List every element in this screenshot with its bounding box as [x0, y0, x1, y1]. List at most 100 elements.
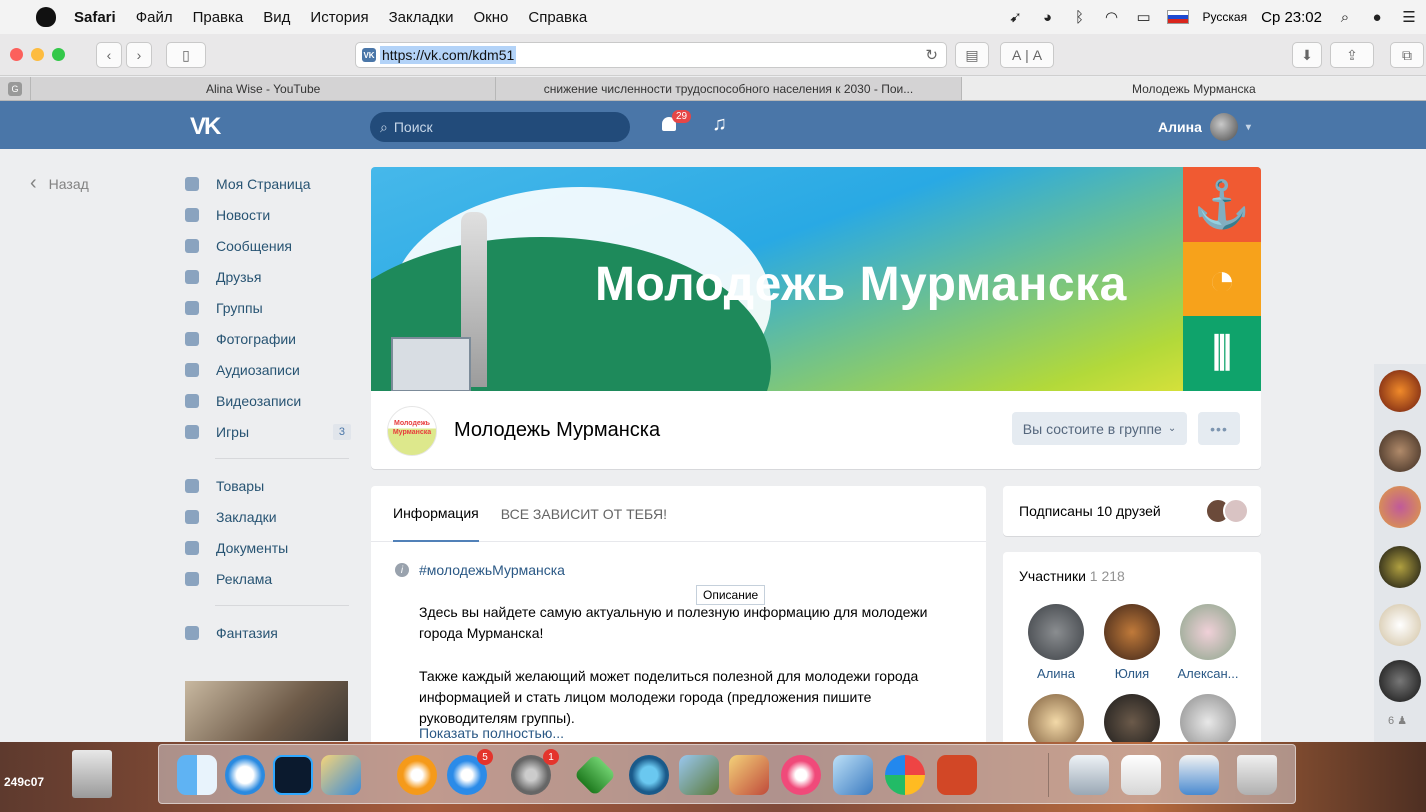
sidebar-item-fantasy[interactable]: Фантазия	[185, 617, 355, 648]
chat-contact-avatar[interactable]	[1379, 430, 1421, 472]
minimize-window-button[interactable]	[31, 48, 44, 61]
image-capture-icon[interactable]	[833, 755, 873, 795]
powerpoint-icon[interactable]	[937, 755, 977, 795]
feather-icon[interactable]: ➹	[1007, 8, 1025, 26]
sidebar-item-label: Сообщения	[216, 237, 292, 254]
sidebar-item-my-page[interactable]: Моя Страница	[185, 168, 355, 199]
chat-contact-avatar[interactable]	[1379, 546, 1421, 588]
sidebar-item-messages[interactable]: Сообщения	[185, 230, 355, 261]
menu-app-name[interactable]: Safari	[74, 9, 116, 26]
vk-search-input[interactable]: ⌕ Поиск	[370, 112, 630, 142]
sidebar-item-bookmarks[interactable]: Закладки	[185, 501, 355, 532]
group-avatar[interactable]: Молодежь Мурманска	[387, 406, 437, 456]
forward-nav-button[interactable]: ›	[126, 42, 152, 68]
download-icon: ⬇	[1301, 46, 1313, 63]
wifi-icon[interactable]: ◠	[1103, 8, 1121, 26]
ibooks-icon[interactable]	[397, 755, 437, 795]
vk-logo[interactable]: VK	[190, 113, 221, 141]
sidebar-icon: ▯	[182, 46, 190, 63]
sidebar-ad-image[interactable]	[185, 681, 348, 741]
zoom-window-button[interactable]	[52, 48, 65, 61]
music-note-icon[interactable]: ♫	[712, 113, 727, 136]
finder-icon[interactable]	[177, 755, 217, 795]
sidebar-item-video[interactable]: Видеозаписи	[185, 385, 355, 416]
address-bar[interactable]: VK https://vk.com/kdm51 ↻	[355, 42, 947, 68]
sidebar-item-audio[interactable]: Аудиозаписи	[185, 354, 355, 385]
quicktime-icon[interactable]	[629, 755, 669, 795]
jpeg-file-icon[interactable]	[1069, 755, 1109, 795]
chrome-icon[interactable]	[885, 755, 925, 795]
menu-edit[interactable]: Правка	[193, 9, 244, 26]
preview-icon[interactable]	[679, 755, 719, 795]
sidebar-item-news[interactable]: Новости	[185, 199, 355, 230]
apple-icon[interactable]	[36, 7, 56, 27]
spotlight-search-icon[interactable]: ⌕	[1336, 8, 1354, 26]
tab-information[interactable]: Информация	[393, 486, 479, 542]
hashtag-link[interactable]: #молодежьМурманска	[419, 562, 565, 578]
siri-icon[interactable]: ●	[1368, 8, 1386, 26]
menu-help[interactable]: Справка	[528, 9, 587, 26]
show-more-link[interactable]: Показать полностью...	[419, 725, 564, 741]
menu-file[interactable]: Файл	[136, 9, 173, 26]
downloads-stack-icon[interactable]	[1179, 755, 1219, 795]
tabs-overview-button[interactable]: ⧉	[1390, 42, 1424, 68]
user-menu[interactable]: Алина ▾	[1158, 113, 1251, 141]
subscribed-friends-card[interactable]: Подписаны 10 друзей	[1003, 486, 1261, 536]
textedit-icon[interactable]	[321, 755, 361, 795]
sidebar-item-goods[interactable]: Товары	[185, 470, 355, 501]
member-item[interactable]: Алексан...	[1171, 604, 1245, 681]
sidebar-toggle-button[interactable]: ▯	[166, 42, 206, 68]
chat-contact-avatar[interactable]	[1379, 604, 1421, 646]
menu-bookmarks[interactable]: Закладки	[389, 9, 454, 26]
text-size-buttons[interactable]: A | A	[1000, 42, 1054, 68]
more-actions-button[interactable]: •••	[1198, 412, 1240, 445]
sidebar-item-games[interactable]: Игры 3	[185, 416, 355, 447]
app-status-icon[interactable]: ◕	[1039, 8, 1057, 26]
menu-view[interactable]: Вид	[263, 9, 290, 26]
document-stack-icon[interactable]	[1121, 755, 1161, 795]
reload-icon[interactable]: ↻	[925, 46, 938, 64]
chat-contact-avatar[interactable]	[1379, 660, 1421, 702]
chat-contact-avatar[interactable]	[1379, 486, 1421, 528]
tab-vk-group[interactable]: Молодежь Мурманска	[960, 77, 1426, 100]
input-source-label[interactable]: Русская	[1203, 10, 1248, 24]
menu-window[interactable]: Окно	[474, 9, 509, 26]
members-title: Участники	[1019, 568, 1086, 584]
back-nav-button[interactable]: ‹	[96, 42, 122, 68]
trash-icon[interactable]	[1237, 755, 1277, 795]
menu-history[interactable]: История	[310, 9, 368, 26]
sidebar-item-photos[interactable]: Фотографии	[185, 323, 355, 354]
sims-icon[interactable]	[573, 753, 617, 797]
url-text[interactable]: https://vk.com/kdm51	[380, 46, 517, 64]
member-item[interactable]: Юлия	[1095, 604, 1169, 681]
bluetooth-icon[interactable]: ᛒ	[1071, 8, 1089, 26]
back-link[interactable]: ‹ Назад	[30, 172, 89, 195]
paint-icon[interactable]	[729, 755, 769, 795]
members-header[interactable]: Участники 1 218	[1019, 568, 1125, 584]
sidebar-item-ads[interactable]: Реклама	[185, 563, 355, 594]
menubar-clock[interactable]: Ср 23:02	[1261, 9, 1322, 26]
print-button[interactable]: ▤	[955, 42, 989, 68]
airplay-icon[interactable]: ▭	[1135, 8, 1153, 26]
safari-icon[interactable]	[225, 755, 265, 795]
flag-russia-icon[interactable]	[1166, 10, 1189, 24]
downloads-button[interactable]: ⬇	[1292, 42, 1322, 68]
hard-drive-icon[interactable]	[72, 750, 112, 798]
tab-everything-depends-on-you[interactable]: ВСЕ ЗАВИСИТ ОТ ТЕБЯ!	[501, 506, 667, 522]
notification-center-icon[interactable]: ☰	[1400, 8, 1418, 26]
pinned-tab[interactable]: G	[0, 77, 30, 100]
sidebar-item-groups[interactable]: Группы	[185, 292, 355, 323]
chat-contact-avatar[interactable]	[1379, 370, 1421, 412]
membership-button[interactable]: Вы состоите в группе ⌄	[1012, 412, 1187, 445]
photoshop-icon[interactable]	[273, 755, 313, 795]
tab-youtube[interactable]: Alina Wise - YouTube	[30, 77, 495, 100]
desktop-file-label[interactable]: 249c07	[4, 775, 44, 789]
online-friends-count[interactable]: 6 ♟	[1388, 714, 1407, 727]
sidebar-item-documents[interactable]: Документы	[185, 532, 355, 563]
share-button[interactable]: ⇪	[1330, 42, 1374, 68]
sidebar-item-friends[interactable]: Друзья	[185, 261, 355, 292]
close-window-button[interactable]	[10, 48, 23, 61]
member-item[interactable]: Алина	[1019, 604, 1093, 681]
tab-search[interactable]: снижение численности трудоспособного нас…	[495, 77, 960, 100]
itunes-icon[interactable]	[781, 755, 821, 795]
